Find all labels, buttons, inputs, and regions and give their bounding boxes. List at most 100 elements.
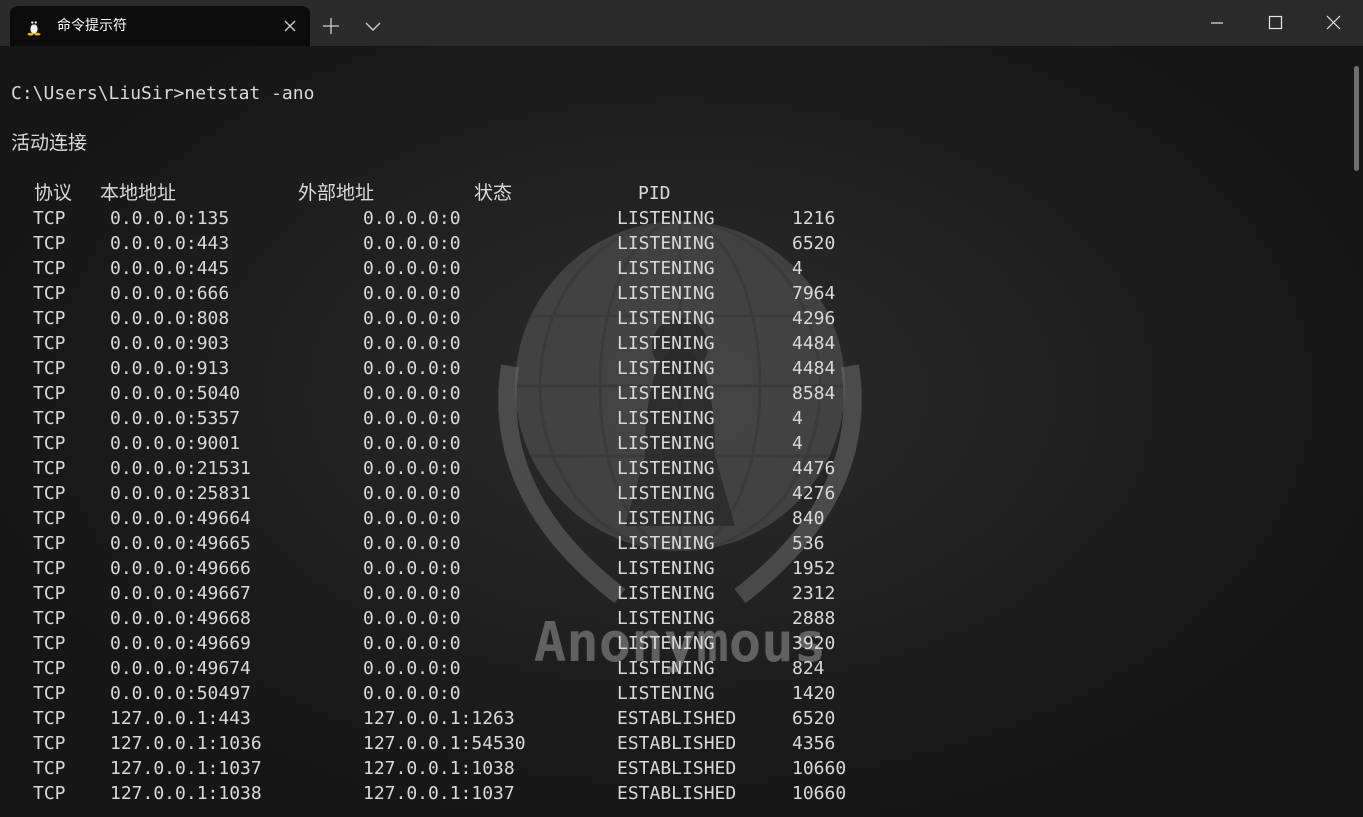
- cell-state: LISTENING: [617, 683, 715, 704]
- cell-foreign-address: 0.0.0.0:0: [363, 583, 461, 604]
- cell-state: LISTENING: [617, 358, 715, 379]
- cell-pid: 4476: [792, 458, 836, 479]
- cell-state: LISTENING: [617, 308, 715, 329]
- cell-local-address: 0.0.0.0:49674: [110, 658, 251, 679]
- cell-local-address: 0.0.0.0:9001: [110, 433, 241, 454]
- cell-pid: 4484: [792, 358, 836, 379]
- cell-protocol: TCP: [33, 458, 66, 479]
- cell-foreign-address: 0.0.0.0:0: [363, 433, 461, 454]
- minimize-icon[interactable]: [1188, 0, 1246, 46]
- cell-foreign-address: 0.0.0.0:0: [363, 308, 461, 329]
- cell-state: LISTENING: [617, 508, 715, 529]
- linux-penguin-icon: [27, 20, 41, 36]
- cell-state: ESTABLISHED: [617, 708, 737, 729]
- cell-local-address: 0.0.0.0:445: [110, 258, 230, 279]
- cell-state: LISTENING: [617, 458, 715, 479]
- cell-foreign-address: 0.0.0.0:0: [363, 258, 461, 279]
- cell-local-address: 0.0.0.0:5357: [110, 408, 241, 429]
- cell-local-address: 0.0.0.0:49666: [110, 558, 251, 579]
- cell-local-address: 0.0.0.0:49669: [110, 633, 251, 654]
- cell-protocol: TCP: [33, 433, 66, 454]
- cell-local-address: 0.0.0.0:443: [110, 233, 230, 254]
- cell-protocol: TCP: [33, 283, 66, 304]
- cell-local-address: 0.0.0.0:21531: [110, 458, 251, 479]
- maximize-icon[interactable]: [1246, 0, 1304, 46]
- cell-foreign-address: 0.0.0.0:0: [363, 558, 461, 579]
- cell-state: ESTABLISHED: [617, 733, 737, 754]
- section-title: 活动连接: [11, 132, 88, 154]
- cell-pid: 4484: [792, 333, 836, 354]
- cell-pid: 824: [792, 658, 825, 679]
- cell-state: LISTENING: [617, 208, 715, 229]
- scrollbar[interactable]: [1354, 66, 1359, 171]
- cell-foreign-address: 0.0.0.0:0: [363, 608, 461, 629]
- cell-pid: 1952: [792, 558, 836, 579]
- cell-foreign-address: 0.0.0.0:0: [363, 508, 461, 529]
- plus-icon[interactable]: [318, 14, 344, 38]
- cell-pid: 536: [792, 533, 825, 554]
- cell-local-address: 0.0.0.0:913: [110, 358, 230, 379]
- cell-local-address: 0.0.0.0:50497: [110, 683, 251, 704]
- close-window-icon[interactable]: [1304, 0, 1362, 46]
- cell-protocol: TCP: [33, 783, 66, 804]
- cell-pid: 4276: [792, 483, 836, 504]
- cell-pid: 3920: [792, 633, 836, 654]
- header-state: 状态: [474, 182, 513, 204]
- cell-state: LISTENING: [617, 383, 715, 404]
- cell-local-address: 0.0.0.0:49665: [110, 533, 251, 554]
- cell-pid: 10660: [792, 758, 847, 779]
- cell-protocol: TCP: [33, 758, 66, 779]
- close-icon[interactable]: [280, 16, 300, 36]
- cell-protocol: TCP: [33, 408, 66, 429]
- cell-local-address: 0.0.0.0:25831: [110, 483, 251, 504]
- cell-pid: 4356: [792, 733, 836, 754]
- cell-pid: 6520: [792, 233, 836, 254]
- cell-protocol: TCP: [33, 608, 66, 629]
- cell-foreign-address: 0.0.0.0:0: [363, 208, 461, 229]
- cell-protocol: TCP: [33, 508, 66, 529]
- cell-local-address: 127.0.0.1:1036: [110, 733, 262, 754]
- tab-title: 命令提示符: [57, 18, 127, 34]
- cell-state: LISTENING: [617, 658, 715, 679]
- cell-protocol: TCP: [33, 633, 66, 654]
- cell-local-address: 0.0.0.0:903: [110, 333, 230, 354]
- header-pid: PID: [638, 183, 671, 204]
- cell-pid: 4: [792, 258, 803, 279]
- cell-foreign-address: 0.0.0.0:0: [363, 283, 461, 304]
- cell-pid: 2888: [792, 608, 836, 629]
- cell-foreign-address: 0.0.0.0:0: [363, 458, 461, 479]
- cell-pid: 1216: [792, 208, 836, 229]
- cell-state: LISTENING: [617, 233, 715, 254]
- cell-foreign-address: 0.0.0.0:0: [363, 358, 461, 379]
- header-local-address: 本地地址: [100, 182, 177, 204]
- cell-local-address: 0.0.0.0:49668: [110, 608, 251, 629]
- cell-foreign-address: 0.0.0.0:0: [363, 408, 461, 429]
- cell-protocol: TCP: [33, 258, 66, 279]
- cell-local-address: 127.0.0.1:1037: [110, 758, 262, 779]
- cell-state: LISTENING: [617, 408, 715, 429]
- header-protocol: 协议: [34, 182, 73, 204]
- cell-state: LISTENING: [617, 433, 715, 454]
- cell-local-address: 0.0.0.0:5040: [110, 383, 241, 404]
- cell-protocol: TCP: [33, 383, 66, 404]
- cell-state: LISTENING: [617, 608, 715, 629]
- cell-pid: 7964: [792, 283, 836, 304]
- cell-protocol: TCP: [33, 233, 66, 254]
- cell-protocol: TCP: [33, 308, 66, 329]
- cell-protocol: TCP: [33, 483, 66, 504]
- tab-command-prompt[interactable]: 命令提示符: [10, 6, 310, 46]
- cell-foreign-address: 0.0.0.0:0: [363, 633, 461, 654]
- title-bar: 命令提示符: [0, 0, 1363, 46]
- cell-local-address: 127.0.0.1:1038: [110, 783, 262, 804]
- cell-pid: 8584: [792, 383, 836, 404]
- cell-state: LISTENING: [617, 558, 715, 579]
- chevron-down-icon[interactable]: [360, 14, 386, 38]
- cell-foreign-address: 0.0.0.0:0: [363, 233, 461, 254]
- cell-pid: 840: [792, 508, 825, 529]
- cell-local-address: 0.0.0.0:666: [110, 283, 230, 304]
- cell-foreign-address: 0.0.0.0:0: [363, 483, 461, 504]
- terminal-pane[interactable]: Anonymous C:\Users\LiuSir>netstat -ano 活…: [0, 46, 1363, 817]
- cell-protocol: TCP: [33, 708, 66, 729]
- cell-state: ESTABLISHED: [617, 783, 737, 804]
- cell-state: LISTENING: [617, 283, 715, 304]
